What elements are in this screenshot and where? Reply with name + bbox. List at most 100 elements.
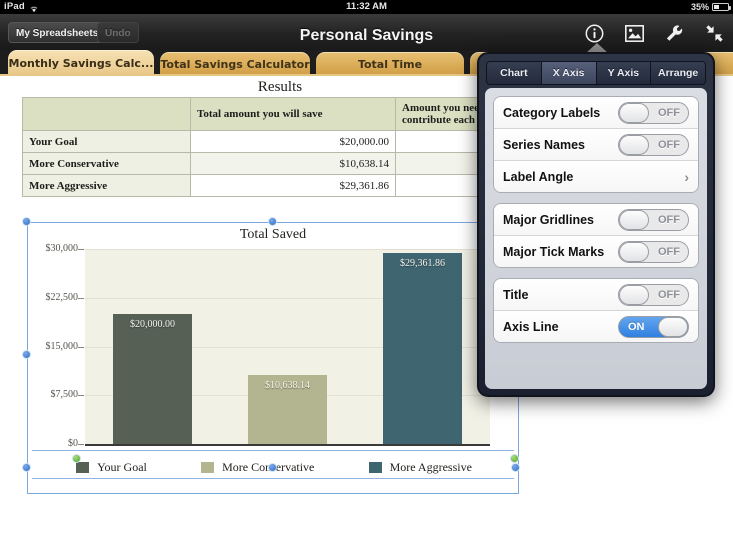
y-axis-tick-mark bbox=[78, 249, 84, 250]
legend-label: More Aggressive bbox=[389, 459, 472, 474]
image-icon[interactable] bbox=[624, 23, 645, 44]
y-axis-tick-mark bbox=[78, 297, 84, 299]
toggle-state-label: OFF bbox=[658, 106, 680, 119]
toolbar-icon-group bbox=[584, 22, 725, 44]
status-bar-right: 35% bbox=[690, 0, 731, 14]
status-bar: iPad 11:32 AM 35% bbox=[0, 0, 733, 14]
table-header-total-amount: Total amount you will save bbox=[190, 97, 396, 131]
battery-percent: 35% bbox=[690, 2, 709, 12]
y-axis-tick-label: $15,000 bbox=[45, 340, 79, 352]
legend-swatch bbox=[76, 461, 90, 473]
resize-handle-legend-right[interactable] bbox=[511, 463, 520, 472]
chart-bar: $10,638.14 bbox=[248, 374, 327, 444]
toggle-state-label: OFF bbox=[658, 138, 680, 151]
results-table-title: Results bbox=[257, 79, 303, 95]
option-row-category-labels[interactable]: Category Labels OFF bbox=[494, 97, 698, 129]
y-axis-tick-label: $30,000 bbox=[45, 243, 79, 254]
toggle-title[interactable]: OFF bbox=[618, 283, 689, 306]
toggle-knob bbox=[658, 316, 688, 337]
ipad-numbers-app: iPad 11:32 AM 35% My Spreadsheets Undo P… bbox=[0, 0, 733, 550]
sheet-tab-monthly-savings-calc[interactable]: Monthly Savings Calc... bbox=[8, 50, 154, 76]
sheet-tab-total-savings-calculator[interactable]: Total Savings Calculator bbox=[160, 52, 310, 76]
resize-handle-top-left[interactable] bbox=[22, 217, 31, 226]
collapse-arrows-icon[interactable] bbox=[704, 23, 725, 44]
header-line-1: Amount you need bbox=[402, 102, 486, 114]
legend-handle-right[interactable] bbox=[510, 454, 519, 463]
segment-chart[interactable]: Chart bbox=[487, 62, 542, 84]
options-group-1: Category Labels OFF Series Names OFF Label A… bbox=[493, 96, 699, 193]
toggle-category-labels[interactable]: OFF bbox=[618, 101, 689, 124]
clock: 11:32 AM bbox=[346, 1, 387, 12]
cell-your-goal-total: $20,000.00 bbox=[190, 130, 396, 153]
toggle-knob bbox=[619, 284, 649, 305]
chart-object[interactable]: Total Saved $0 $7,500 $15,000 $22,500 $30,00… bbox=[22, 217, 520, 494]
chart-bar: $29,361.86 bbox=[383, 253, 462, 444]
chevron-right-icon: › bbox=[684, 168, 689, 185]
legend-item[interactable]: More Conservative bbox=[201, 460, 314, 475]
legend-swatch bbox=[368, 461, 382, 473]
resize-handle-legend-center[interactable] bbox=[268, 463, 277, 472]
toggle-state-label: OFF bbox=[658, 213, 680, 226]
row-label-your-goal: Your Goal bbox=[22, 130, 191, 153]
wrench-icon[interactable] bbox=[664, 23, 685, 44]
legend-label: Your Goal bbox=[97, 459, 147, 474]
cell-more-aggressive-total: $29,361.86 bbox=[190, 174, 396, 197]
y-axis-tick-mark bbox=[78, 444, 84, 445]
chart-title: Total Saved bbox=[239, 227, 307, 242]
legend-handle-left[interactable] bbox=[72, 454, 81, 463]
option-row-series-names[interactable]: Series Names OFF bbox=[494, 129, 698, 161]
row-label-more-aggressive: More Aggressive bbox=[22, 174, 191, 197]
toggle-knob bbox=[619, 241, 649, 262]
resize-handle-middle-left[interactable] bbox=[22, 350, 31, 359]
option-label: Major Gridlines bbox=[503, 212, 594, 227]
options-group-2: Major Gridlines OFF Major Tick Marks OFF bbox=[493, 203, 699, 268]
chart-gridline bbox=[85, 249, 490, 250]
toggle-major-gridlines[interactable]: OFF bbox=[618, 208, 689, 231]
y-axis-tick-mark bbox=[78, 346, 84, 348]
sheet-tab-total-time[interactable]: Total Time bbox=[316, 52, 464, 76]
segment-x-axis[interactable]: X Axis bbox=[541, 62, 597, 84]
y-axis-tick-label: $22,500 bbox=[45, 291, 79, 303]
resize-handle-top-center[interactable] bbox=[268, 217, 277, 226]
options-group-3: Title OFF Axis Line ON bbox=[493, 278, 699, 343]
option-label: Series Names bbox=[503, 137, 586, 152]
bar-value-label: $10,638.14 bbox=[265, 379, 310, 391]
header-line-2: contribute each m bbox=[402, 114, 487, 126]
option-label: Axis Line bbox=[503, 319, 559, 334]
option-row-major-tick-marks[interactable]: Major Tick Marks OFF bbox=[494, 236, 698, 267]
option-row-major-gridlines[interactable]: Major Gridlines OFF bbox=[494, 204, 698, 236]
legend-swatch bbox=[201, 461, 215, 473]
row-label-more-conservative: More Conservative bbox=[22, 152, 191, 175]
toggle-knob bbox=[619, 209, 649, 230]
legend-item[interactable]: Your Goal bbox=[76, 460, 147, 475]
toggle-state-label: ON bbox=[628, 320, 645, 333]
table-header-corner bbox=[22, 97, 191, 131]
toggle-state-label: OFF bbox=[658, 245, 680, 258]
segment-arrange[interactable]: Arrange bbox=[651, 62, 705, 84]
legend-item[interactable]: More Aggressive bbox=[368, 459, 472, 475]
option-row-label-angle[interactable]: Label Angle › bbox=[494, 161, 698, 192]
toggle-state-label: OFF bbox=[658, 288, 680, 301]
option-label: Major Tick Marks bbox=[503, 244, 605, 259]
y-axis-tick-mark bbox=[78, 395, 84, 397]
toggle-major-tick-marks[interactable]: OFF bbox=[618, 240, 689, 263]
bar-value-label: $29,361.86 bbox=[400, 258, 445, 270]
info-icon[interactable] bbox=[584, 23, 605, 44]
bar-value-label: $20,000.00 bbox=[130, 319, 175, 330]
popover-segmented-control[interactable]: Chart X Axis Y Axis Arrange bbox=[486, 61, 706, 85]
app-toolbar: My Spreadsheets Undo Personal Savings bbox=[0, 14, 733, 51]
toggle-knob bbox=[619, 134, 649, 155]
resize-handle-legend-left[interactable] bbox=[22, 463, 31, 472]
option-row-title[interactable]: Title OFF bbox=[494, 279, 698, 311]
segment-y-axis[interactable]: Y Axis bbox=[596, 62, 652, 84]
toggle-knob bbox=[619, 102, 649, 123]
option-label: Label Angle bbox=[503, 169, 574, 184]
option-label: Title bbox=[503, 287, 529, 302]
toggle-axis-line[interactable]: ON bbox=[618, 315, 689, 338]
chart-bar: $20,000.00 bbox=[113, 314, 192, 444]
x-axis-line bbox=[85, 444, 490, 446]
toggle-series-names[interactable]: OFF bbox=[618, 133, 689, 156]
option-row-axis-line[interactable]: Axis Line ON bbox=[494, 311, 698, 342]
option-label: Category Labels bbox=[503, 105, 601, 120]
y-axis-tick-label: $7,500 bbox=[50, 389, 79, 401]
